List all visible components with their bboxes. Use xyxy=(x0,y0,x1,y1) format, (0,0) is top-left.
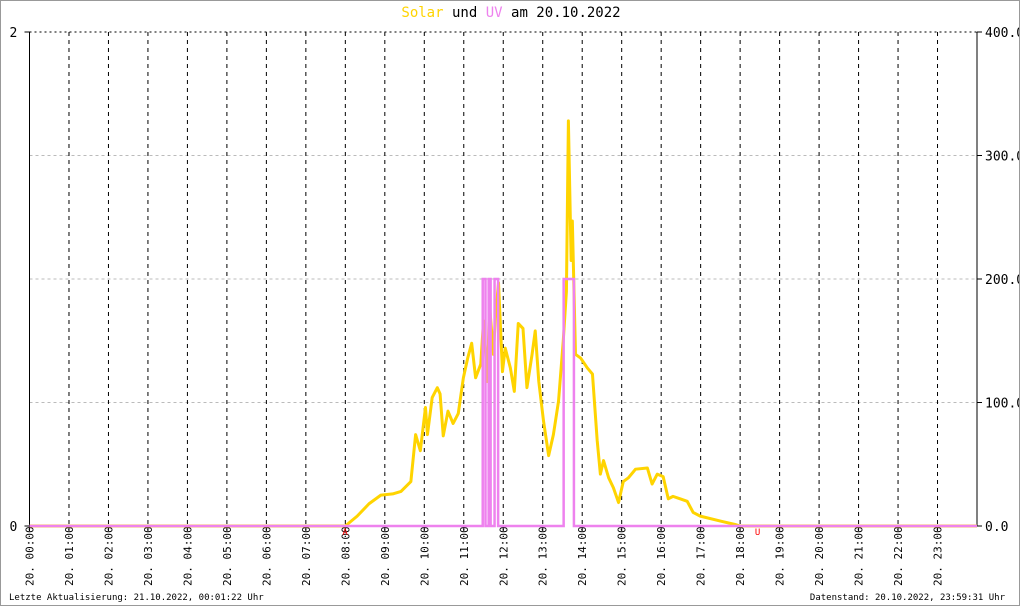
last-update: Letzte Aktualisierung: 21.10.2022, 00:01… xyxy=(9,593,264,603)
left-tick-label: 2 xyxy=(10,26,18,41)
x-tick-label: 20. 01:00 xyxy=(63,526,76,586)
x-tick-label: 20. 21:00 xyxy=(853,526,866,586)
x-tick-label: 20. 13:00 xyxy=(537,526,550,586)
x-tick-label: 20. 23:00 xyxy=(932,526,945,586)
x-tick-label: 20. 15:00 xyxy=(616,526,629,586)
x-tick-label: 20. 11:00 xyxy=(458,526,471,586)
x-tick-label: 20. 20:00 xyxy=(813,526,826,586)
sun-marker-u: U xyxy=(755,528,760,538)
x-tick-label: 20. 19:00 xyxy=(774,526,787,586)
x-tick-label: 20. 07:00 xyxy=(300,526,313,586)
left-tick-label: 0 xyxy=(10,520,18,535)
x-tick-label: 20. 05:00 xyxy=(221,526,234,586)
x-tick-label: 20. 12:00 xyxy=(497,526,510,586)
x-tick-label: 20. 09:00 xyxy=(379,526,392,586)
x-tick-label: 20. 06:00 xyxy=(260,526,273,586)
x-tick-label: 20. 22:00 xyxy=(892,526,905,586)
sun-marker-a: A xyxy=(342,528,348,538)
x-tick-label: 20. 18:00 xyxy=(734,526,747,586)
x-tick-label: 20. 10:00 xyxy=(418,526,431,586)
x-tick-label: 20. 02:00 xyxy=(102,526,115,586)
x-tick-label: 20. 14:00 xyxy=(576,526,589,586)
right-tick-label: 300.0 xyxy=(985,150,1020,165)
data-status: Datenstand: 20.10.2022, 23:59:31 Uhr xyxy=(809,593,1005,603)
right-tick-label: 100.0 xyxy=(985,397,1020,412)
plot: 0.0 100.0 200.0 300.0 400.0 20. 00:00 20. 01:0… xyxy=(10,26,1020,586)
right-tick-label: 400.0 xyxy=(985,26,1020,41)
x-tick-label: 20. 03:00 xyxy=(142,526,155,586)
chart-window: Solar und UV am 20.10.2022 0.0100.0200.0… xyxy=(0,0,1020,606)
x-tick-label: 20. 17:00 xyxy=(695,526,708,586)
x-tick-label: 20. 16:00 xyxy=(655,526,668,586)
right-tick-label: 200.0 xyxy=(985,273,1020,288)
x-tick-label: 20. 04:00 xyxy=(181,526,194,586)
right-tick-label: 0.0 xyxy=(985,520,1008,535)
x-tick-label: 20. 00:00 xyxy=(24,526,37,586)
